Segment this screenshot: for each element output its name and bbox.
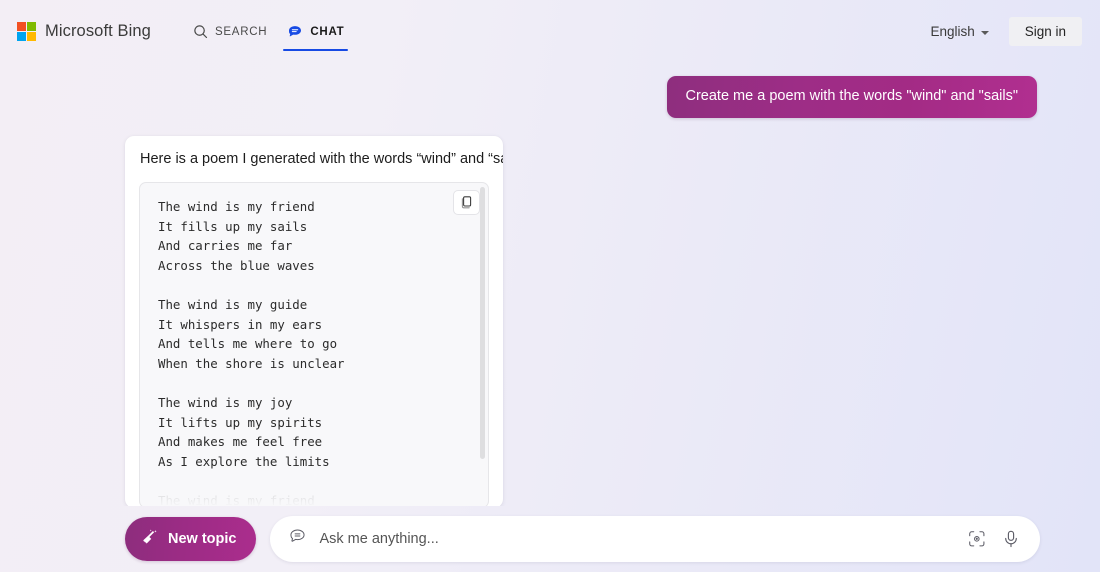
visual-search-icon[interactable] — [966, 528, 988, 550]
chat-transcript: Create me a poem with the words "wind" a… — [0, 63, 1100, 506]
poem-line: When the shore is unclear — [158, 355, 345, 371]
input-action-icons — [966, 528, 1024, 550]
poem-line: The wind is my friend — [158, 493, 315, 506]
copy-icon[interactable] — [453, 190, 480, 216]
poem-line: It fills up my sails — [158, 218, 308, 234]
poem-line: The wind is my guide — [158, 297, 308, 313]
nav-label-search: SEARCH — [214, 25, 268, 38]
poem-line: And tells me where to go — [158, 336, 338, 352]
poem-code-block: The wind is my friend It fills up my sail… — [139, 182, 489, 506]
scrollbar-thumb[interactable] — [480, 187, 485, 459]
poem-line: The wind is my joy — [158, 395, 293, 411]
bot-intro-text: Here is a poem I generated with the word… — [140, 150, 503, 167]
nav-item-search[interactable]: SEARCH — [183, 0, 277, 63]
poem-line: And carries me far — [158, 238, 293, 254]
search-icon — [193, 24, 208, 39]
poem-line: It lifts up my spirits — [158, 414, 323, 430]
new-topic-button[interactable]: New topic — [125, 517, 257, 561]
poem-scroll-container[interactable]: The wind is my friend It fills up my sail… — [140, 183, 488, 506]
poem-line: Across the blue waves — [158, 257, 315, 273]
header-nav: SEARCH CHAT — [183, 0, 355, 63]
header-right-group: English Sign in — [930, 17, 1082, 46]
broom-sparkle-icon — [140, 528, 159, 551]
active-tab-underline — [283, 48, 349, 51]
brand-name: Microsoft Bing — [45, 22, 151, 40]
composer-bar: New topic — [0, 506, 1100, 572]
poem-stanza: The wind is my friend It fills up my sail… — [158, 197, 470, 275]
user-message-bubble: Create me a poem with the words "wind" a… — [666, 76, 1037, 118]
poem-line: As I explore the limits — [158, 453, 330, 469]
poem-stanza: The wind is my guide It whispers in my ea… — [158, 295, 470, 373]
poem-text: The wind is my friend It fills up my sail… — [158, 197, 470, 506]
sign-in-button[interactable]: Sign in — [1008, 17, 1082, 46]
microsoft-logo-icon — [17, 22, 36, 41]
nav-item-chat[interactable]: CHAT — [277, 0, 354, 63]
new-topic-label: New topic — [168, 531, 237, 547]
user-message-row: Create me a poem with the words "wind" a… — [0, 63, 1100, 118]
poem-stanza: The wind is my joy It lifts up my spirits… — [158, 393, 470, 471]
nav-label-chat: CHAT — [310, 25, 345, 38]
poem-line: And makes me feel free — [158, 434, 323, 450]
microphone-icon[interactable] — [1000, 528, 1022, 550]
poem-line: The wind is my friend — [158, 199, 315, 215]
language-selector[interactable]: English — [930, 24, 989, 39]
poem-stanza: The wind is my friendIt fills up my sail… — [158, 491, 470, 506]
poem-line: It whispers in my ears — [158, 316, 323, 332]
chat-bubble-icon — [287, 24, 303, 40]
search-input[interactable] — [319, 516, 954, 562]
ask-input-wrapper[interactable] — [270, 516, 1040, 562]
top-header: Microsoft Bing SEARCH CHAT English Sign … — [0, 0, 1100, 63]
bot-message-bubble: Here is a poem I generated with the word… — [125, 135, 503, 506]
code-block-scrollbar[interactable] — [480, 187, 485, 503]
bot-message-row: Here is a poem I generated with the word… — [0, 118, 1100, 506]
brand-logo[interactable]: Microsoft Bing — [17, 22, 151, 41]
chevron-down-icon — [980, 30, 989, 35]
chat-bubble-icon — [288, 527, 307, 551]
language-label: English — [930, 24, 975, 39]
